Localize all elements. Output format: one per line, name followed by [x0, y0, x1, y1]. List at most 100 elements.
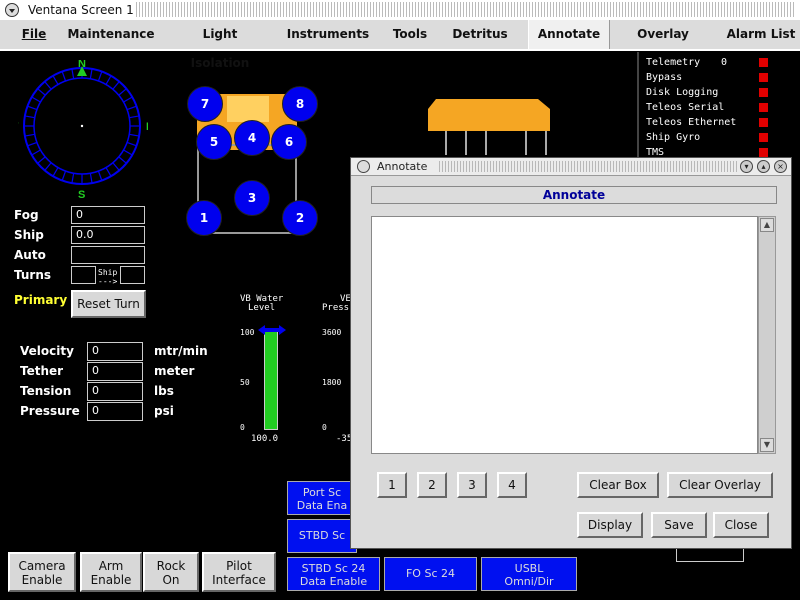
- annotate-text-area[interactable]: [371, 216, 758, 454]
- camera-enable-button[interactable]: Camera Enable: [8, 552, 76, 592]
- turns-field-right[interactable]: [120, 266, 145, 284]
- compass-tick: [44, 81, 52, 90]
- compass-tick: [123, 96, 133, 103]
- close-icon[interactable]: ×: [774, 160, 787, 173]
- annotate-dialog-titlebar[interactable]: Annotate ▾ ▴ ×: [351, 158, 791, 176]
- annotate-num-3-button[interactable]: 3: [457, 472, 487, 498]
- thruster-5[interactable]: 5: [196, 124, 232, 160]
- menu-tools[interactable]: Tools: [388, 20, 432, 49]
- fo-sc-24-button[interactable]: FO Sc 24: [384, 557, 477, 591]
- vb-water-tick-50: 50: [240, 378, 250, 387]
- arm-enable-button[interactable]: Arm Enable: [80, 552, 142, 592]
- partial-field-behind-dialog: [676, 548, 744, 562]
- tension-field[interactable]: 0: [87, 382, 143, 401]
- compass-tick: [24, 133, 35, 137]
- save-button[interactable]: Save: [651, 512, 707, 538]
- compass-tick: [52, 75, 59, 85]
- dialog-drag-area[interactable]: [439, 161, 739, 172]
- compass-tick: [126, 141, 137, 147]
- usbl-omni-dir-button[interactable]: USBL Omni/Dir: [481, 557, 577, 591]
- menu-alarm-list[interactable]: Alarm List: [724, 20, 798, 49]
- compass-tick: [112, 81, 120, 90]
- compass-tick: [31, 96, 41, 103]
- menu-file[interactable]: File: [12, 20, 56, 49]
- window-menu-icon[interactable]: [5, 3, 19, 17]
- stbd-sc-24-data-enable-button[interactable]: STBD Sc 24 Data Enable: [287, 557, 380, 591]
- status-telemetry-label: Telemetry: [646, 57, 701, 68]
- menu-maintenance[interactable]: Maintenance: [66, 20, 156, 49]
- thruster-4[interactable]: 4: [234, 120, 270, 156]
- thruster-6[interactable]: 6: [271, 124, 307, 160]
- turns-label: Turns: [14, 268, 52, 282]
- compass-tick: [129, 115, 140, 119]
- stbd-sc-button[interactable]: STBD Sc: [287, 519, 357, 553]
- tension-label: Tension: [20, 384, 72, 398]
- menu-instruments[interactable]: Instruments: [284, 20, 372, 49]
- thruster-8[interactable]: 8: [282, 86, 318, 122]
- auto-field[interactable]: [71, 246, 145, 264]
- velocity-unit: mtr/min: [154, 344, 208, 358]
- menu-light-isolation[interactable]: Light Isolation: [172, 20, 268, 70]
- tether-label: Tether: [20, 364, 64, 378]
- vb-water-fill: [265, 332, 277, 429]
- annotate-dialog-title: Annotate: [377, 160, 428, 173]
- compass-tick: [31, 149, 41, 156]
- status-led: [759, 58, 768, 67]
- menu-detritus[interactable]: Detritus: [448, 20, 512, 49]
- ship-field[interactable]: 0.0: [71, 226, 145, 244]
- display-button[interactable]: Display: [577, 512, 643, 538]
- minimize-icon[interactable]: ▾: [740, 160, 753, 173]
- thruster-7[interactable]: 7: [187, 86, 223, 122]
- status-bypass-label: Bypass: [646, 72, 683, 83]
- compass-north-label: N: [78, 60, 86, 70]
- status-teleos-ethernet-label: Teleos Ethernet: [646, 117, 737, 128]
- menu-overlay[interactable]: Overlay: [628, 20, 698, 49]
- port-sc-data-enable-button[interactable]: Port Sc Data Ena: [287, 481, 357, 515]
- annotate-num-1-button[interactable]: 1: [377, 472, 407, 498]
- annotate-num-4-button[interactable]: 4: [497, 472, 527, 498]
- vb-water-readout: 100.0: [251, 434, 279, 444]
- status-led: [759, 73, 768, 82]
- window-title: Ventana Screen 1: [28, 3, 134, 17]
- scroll-up-icon[interactable]: ▲: [760, 218, 774, 232]
- turns-arrow-icon: --->: [98, 277, 118, 286]
- status-led: [759, 133, 768, 142]
- tether-field[interactable]: 0: [87, 362, 143, 381]
- turns-field-left[interactable]: [71, 266, 96, 284]
- compass-tick: [52, 167, 59, 177]
- clear-overlay-button[interactable]: Clear Overlay: [667, 472, 773, 498]
- annotate-num-2-button[interactable]: 2: [417, 472, 447, 498]
- pressure-unit: psi: [154, 404, 174, 418]
- reset-turn-button[interactable]: Reset Turn: [71, 290, 146, 318]
- thruster-2[interactable]: 2: [282, 200, 318, 236]
- pilot-interface-button[interactable]: Pilot Interface: [202, 552, 276, 592]
- scroll-down-icon[interactable]: ▼: [760, 438, 774, 452]
- menu-annotate[interactable]: Annotate: [528, 20, 610, 49]
- compass-tick: [27, 105, 38, 111]
- dialog-menu-icon[interactable]: [357, 160, 370, 173]
- compass-tick: [126, 105, 137, 111]
- compass-tick: [71, 68, 75, 79]
- maximize-icon[interactable]: ▴: [757, 160, 770, 173]
- compass-tick: [118, 156, 127, 164]
- fog-field[interactable]: 0: [71, 206, 145, 224]
- annotate-header: Annotate: [371, 186, 777, 204]
- compass-tick: [37, 156, 46, 164]
- clear-box-button[interactable]: Clear Box: [577, 472, 659, 498]
- annotate-dialog: Annotate ▾ ▴ × Annotate ▲ ▼ 1 2 3 4 Clea…: [350, 157, 792, 549]
- pressure-field[interactable]: 0: [87, 402, 143, 421]
- primary-label: Primary: [14, 293, 68, 307]
- compass-west-label: W: [18, 121, 19, 133]
- compass-south-label: S: [78, 189, 85, 200]
- velocity-field[interactable]: 0: [87, 342, 143, 361]
- vb-water-tick-100: 100: [240, 328, 255, 337]
- thruster-1[interactable]: 1: [186, 200, 222, 236]
- vb-water-bar: [264, 331, 278, 430]
- status-disk-logging-label: Disk Logging: [646, 87, 719, 98]
- annotate-scrollbar[interactable]: ▲ ▼: [758, 216, 776, 454]
- close-button[interactable]: Close: [713, 512, 769, 538]
- status-teleos-serial-label: Teleos Serial: [646, 102, 725, 113]
- titlebar-drag-area[interactable]: [136, 2, 796, 17]
- rock-on-button[interactable]: Rock On: [143, 552, 199, 592]
- thruster-3[interactable]: 3: [234, 180, 270, 216]
